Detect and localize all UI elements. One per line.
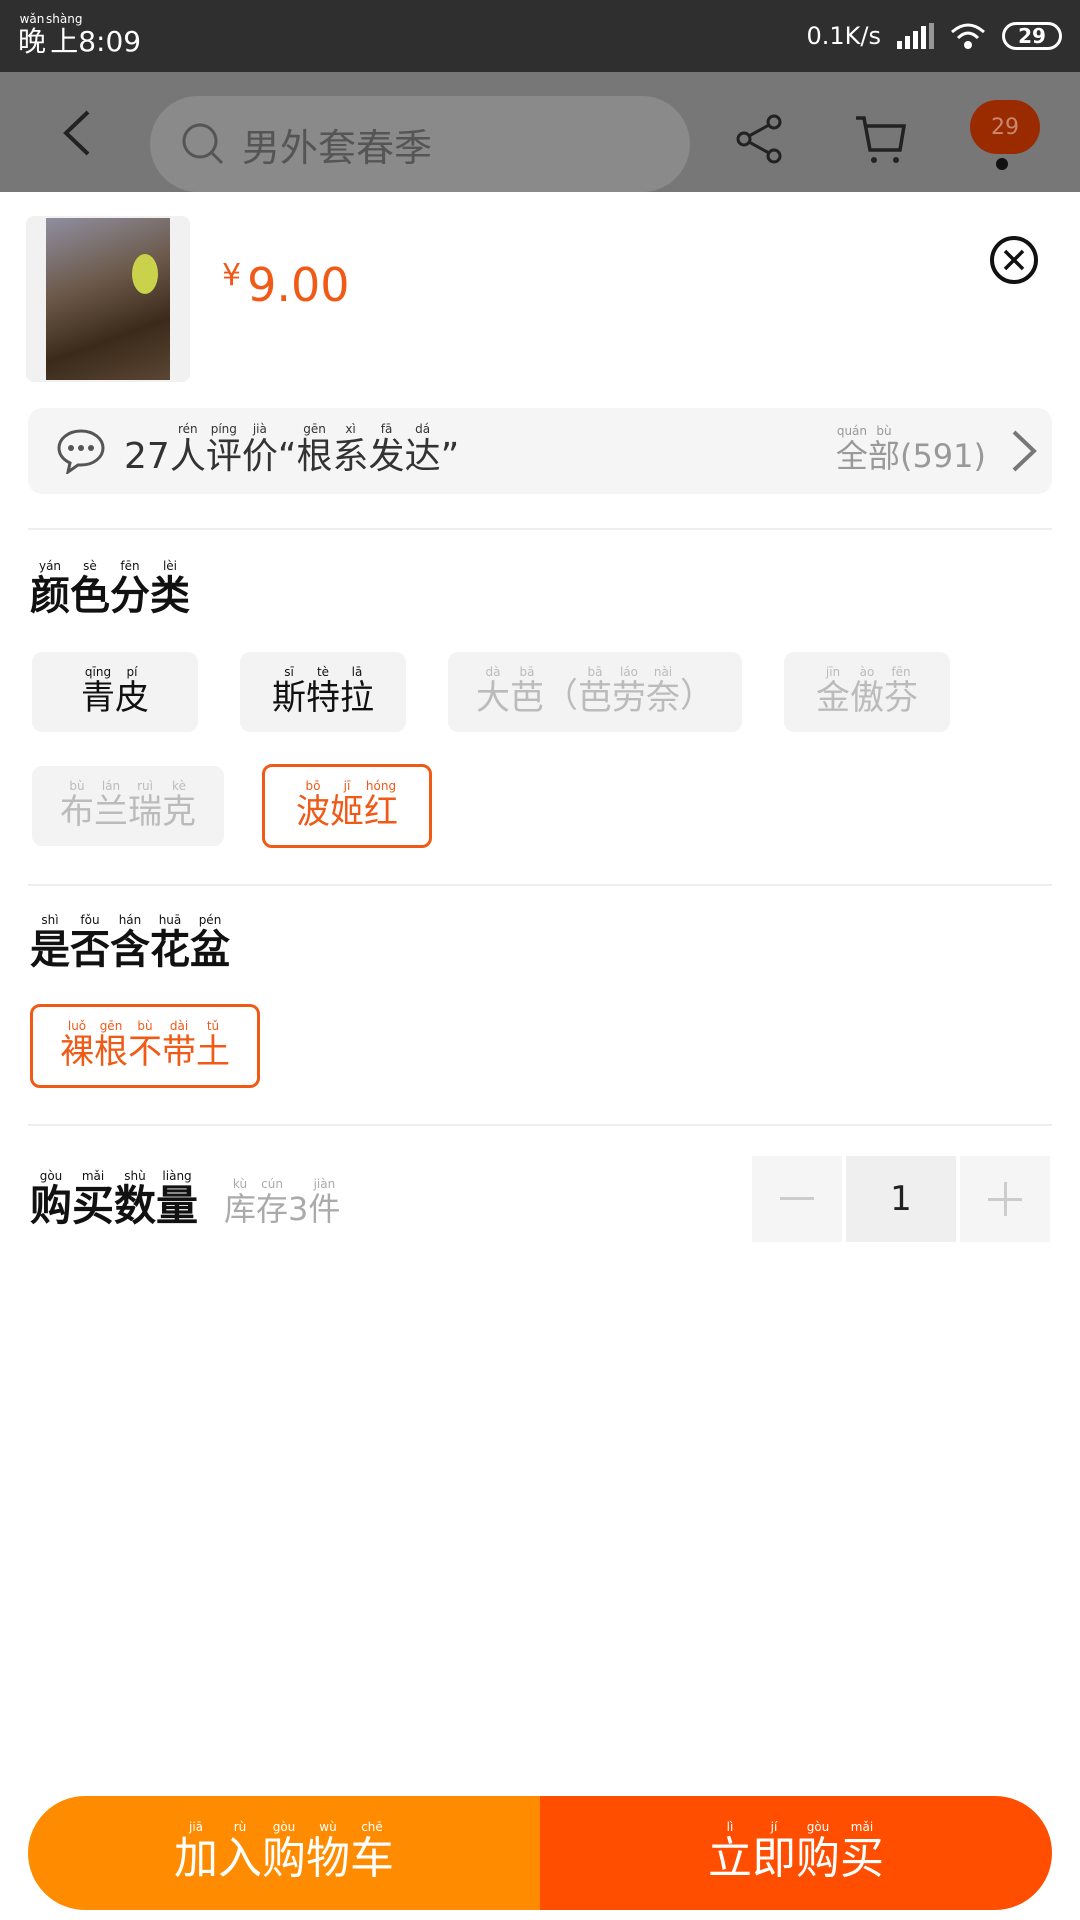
pot-section-title: 是shì否fǒu含hán花huā盆pén	[30, 913, 230, 973]
review-keyword: 人rén评píng价jià“根gēn系xì发fā达dá”	[169, 422, 460, 477]
color-option-bulanruike[interactable]: 布bù 兰lán 瑞ruì 克kè	[32, 766, 224, 846]
search-input[interactable]: 男外套春季	[150, 96, 690, 192]
action-bar: 加jiā 入rù 购gòu 物wù 车chē 立lì 即jí 购gòu 买mǎi	[28, 1796, 1052, 1910]
status-bar: 晚wǎn上shàng8:09 0.1K/s 29	[0, 0, 1080, 72]
network-speed: 0.1K/s	[806, 22, 882, 50]
chevron-right-icon	[1012, 430, 1037, 472]
pot-option-luogen[interactable]: 裸luǒ 根gēn 不bù 带dài 土tǔ	[30, 1004, 260, 1088]
review-all-count: (591)	[899, 437, 986, 475]
divider	[28, 1124, 1052, 1126]
close-icon	[1003, 249, 1025, 271]
cart-icon[interactable]	[854, 112, 908, 166]
currency-symbol: ¥	[222, 258, 242, 293]
review-summary[interactable]: 27人rén评píng价jià“根gēn系xì发fā达dá” 全quán部bù(…	[28, 408, 1052, 494]
wifi-icon	[951, 23, 985, 49]
search-placeholder: 男外套春季	[242, 125, 433, 170]
color-option-bojihong[interactable]: 波bō 姬jī 红hóng	[262, 764, 432, 848]
quantity-label: 购gòu买mǎi数shù量liàng	[30, 1169, 199, 1230]
review-count: 27	[124, 436, 170, 477]
decrease-button[interactable]	[752, 1156, 842, 1242]
review-text: 27人rén评píng价jià“根gēn系xì发fā达dá”	[124, 422, 460, 479]
color-section-title: 颜yán色sè分fēn类lèi	[30, 559, 190, 619]
signal-icon	[897, 23, 934, 49]
top-bar: 男外套春季 29	[0, 72, 1080, 192]
color-option-sitela[interactable]: 斯sī 特tè 拉lā	[240, 652, 406, 732]
divider	[28, 528, 1052, 530]
comment-icon	[57, 429, 105, 474]
color-option-qingpi[interactable]: 青qīng 皮pí	[32, 652, 198, 732]
cart-count-badge[interactable]: 29	[970, 100, 1040, 154]
battery-icon: 29	[1002, 22, 1062, 50]
color-option-daba[interactable]: 大dà 芭bā （芭bā 劳láo 奈nài）	[448, 652, 742, 732]
increase-button[interactable]	[960, 1156, 1050, 1242]
plus-icon	[988, 1182, 1022, 1216]
product-thumbnail	[26, 216, 190, 382]
search-icon	[182, 123, 224, 165]
product-image	[46, 218, 170, 380]
add-to-cart-button[interactable]: 加jiā 入rù 购gòu 物wù 车chē	[28, 1796, 540, 1910]
status-time: 晚wǎn上shàng8:09	[18, 11, 142, 60]
status-indicators: 0.1K/s 29	[806, 22, 1062, 50]
color-option-jinaofen[interactable]: 金jīn 傲ào 芬fēn	[784, 652, 950, 732]
stock-label: 库kù存cún3件jiàn	[224, 1177, 341, 1228]
minus-icon	[780, 1197, 814, 1200]
product-price: ¥9.00	[222, 258, 350, 312]
quantity-value[interactable]: 1	[846, 1156, 956, 1242]
divider	[28, 884, 1052, 886]
status-time-value: 8:09	[78, 24, 142, 58]
status-time-ruby: 晚wǎn上shàng	[18, 11, 83, 58]
review-all-link[interactable]: 全quán部bù(591)	[835, 424, 986, 477]
price-value: 9.00	[247, 258, 350, 312]
buy-now-button[interactable]: 立lì 即jí 购gòu 买mǎi	[540, 1796, 1052, 1910]
share-icon[interactable]	[736, 114, 784, 164]
close-button[interactable]	[990, 236, 1038, 284]
more-dot	[996, 158, 1008, 170]
back-icon[interactable]	[58, 108, 98, 158]
review-all-label: 全quán部bù	[835, 424, 900, 475]
